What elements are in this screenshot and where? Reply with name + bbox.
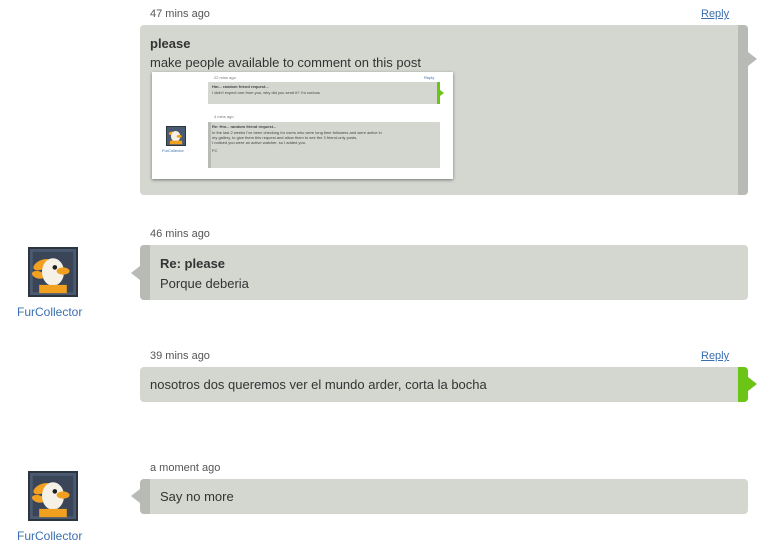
comment-bar xyxy=(738,367,748,402)
screenshot-pointer xyxy=(440,90,444,96)
screenshot-avatar xyxy=(166,126,186,146)
screenshot-reply-title: Re: Hm... random friend request... xyxy=(212,124,277,129)
screenshot-timestamp: 4 mins ago xyxy=(214,114,234,119)
comment-timestamp: 47 mins ago xyxy=(150,8,210,20)
comment-title: please xyxy=(150,36,191,51)
comment-pointer xyxy=(131,489,140,503)
comment-bubble: nosotros dos queremos ver el mundo arder… xyxy=(140,367,748,402)
comment-bubble: Re: please Porque deberia xyxy=(140,245,748,300)
screenshot-timestamp: 22 mins ago xyxy=(214,75,236,80)
comment-title: Re: please xyxy=(160,256,226,271)
comment-pointer xyxy=(748,377,757,391)
comment-timestamp: 46 mins ago xyxy=(150,228,210,240)
comment-bubble: Say no more xyxy=(140,479,748,514)
comment-body: make people available to comment on this… xyxy=(150,55,421,70)
comment-pointer xyxy=(131,266,140,280)
comment-body: nosotros dos queremos ver el mundo arder… xyxy=(150,377,487,392)
avatar[interactable] xyxy=(28,471,78,521)
comment-timestamp: 39 mins ago xyxy=(150,350,210,362)
screenshot-comment-title: Hm... random friend request... xyxy=(212,84,269,89)
comment-bar xyxy=(738,25,748,195)
screenshot-reply-sign: FC xyxy=(212,148,218,153)
comment-bubble: please make people available to comment … xyxy=(140,25,748,195)
comment-bar xyxy=(140,245,150,300)
attached-screenshot[interactable]: 22 mins ago Reply Hm... random friend re… xyxy=(152,72,453,179)
comment-timestamp: a moment ago xyxy=(150,462,221,474)
comment-bar xyxy=(140,479,150,514)
avatar[interactable] xyxy=(28,247,78,297)
screenshot-comment-bubble: Hm... random friend request... I didn't … xyxy=(208,82,440,104)
screenshot-username: FurCollector xyxy=(162,148,184,153)
screenshot-reply-bubble: Re: Hm... random friend request... In th… xyxy=(208,122,440,168)
furcollector-avatar-image xyxy=(30,473,76,519)
reply-link[interactable]: Reply xyxy=(701,8,729,20)
comment-body: Say no more xyxy=(160,489,234,504)
screenshot-reply-bar xyxy=(208,122,211,168)
reply-link[interactable]: Reply xyxy=(701,350,729,362)
furcollector-avatar-image xyxy=(30,249,76,295)
screenshot-reply: Reply xyxy=(424,75,435,80)
comment-pointer xyxy=(748,52,757,66)
username-link[interactable]: FurCollector xyxy=(17,529,82,543)
screenshot-reply-line: I noticed you were an active watcher, so… xyxy=(212,140,307,145)
comment-thread: 47 mins ago Reply please make people ava… xyxy=(0,0,774,552)
screenshot-comment-body: I didn't expect one from you, why did yo… xyxy=(212,90,320,95)
username-link[interactable]: FurCollector xyxy=(17,305,82,319)
comment-body: Porque deberia xyxy=(160,276,249,291)
